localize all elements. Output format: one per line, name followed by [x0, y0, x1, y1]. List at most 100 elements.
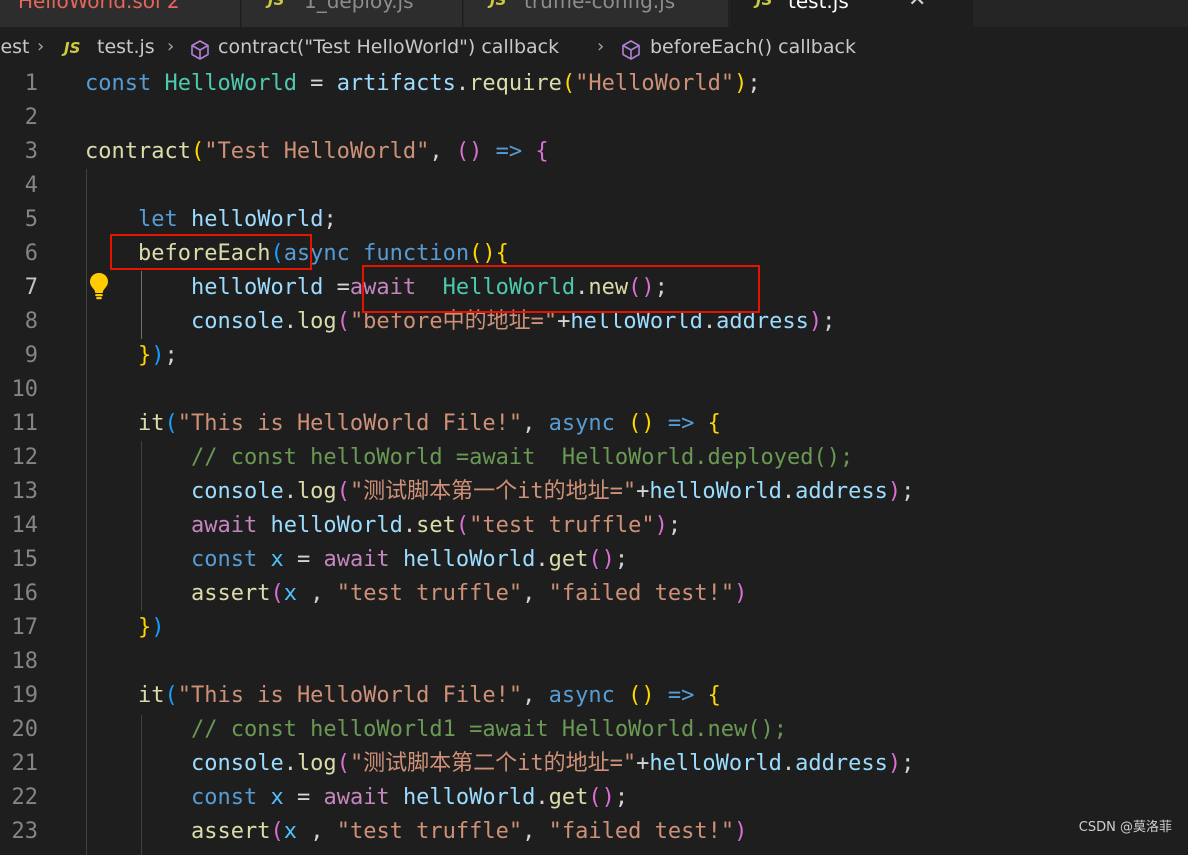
code-line[interactable]: 19 it("This is HelloWorld File!", async …	[0, 679, 1188, 713]
watermark: CSDN @莫洛菲	[1078, 820, 1172, 835]
line-number: 14	[11, 513, 39, 538]
code-token: =	[283, 547, 324, 572]
code-token: "test truffle"	[336, 819, 523, 844]
code-line[interactable]: 4	[0, 169, 1188, 203]
code-line[interactable]: 22 const x = await helloWorld.get();	[0, 781, 1188, 815]
code-token: const	[190, 785, 258, 810]
code-line[interactable]: 5 let helloWorld;	[0, 203, 1188, 237]
tab-test-js[interactable]: JS test.js ✕	[730, 0, 973, 27]
code-text: })	[85, 611, 165, 645]
line-number: 20	[11, 717, 39, 742]
tab-truffle-config-js[interactable]: JS truffle-config.js	[464, 0, 729, 27]
code-token: ,	[522, 819, 549, 844]
code-token: log	[296, 751, 337, 776]
code-token: let	[137, 207, 178, 232]
code-token: assert	[190, 819, 271, 844]
code-token: get	[548, 785, 589, 810]
chevron-right-icon: ›	[167, 36, 175, 57]
code-token: get	[548, 547, 589, 572]
code-token: "HelloWorld"	[575, 71, 735, 96]
code-token: helloWorld	[190, 207, 324, 232]
code-token: const	[190, 547, 258, 572]
code-token: .	[455, 71, 470, 96]
code-line[interactable]: 20 // const helloWorld1 =await HelloWorl…	[0, 713, 1188, 747]
code-line[interactable]: 11 it("This is HelloWorld File!", async …	[0, 407, 1188, 441]
code-token: {	[535, 139, 549, 164]
code-line[interactable]: 15 const x = await helloWorld.get();	[0, 543, 1188, 577]
code-token: await	[323, 547, 390, 572]
code-token: helloWorld	[270, 513, 403, 538]
code-token: helloWorld	[190, 275, 324, 300]
code-editor[interactable]: 1 const HelloWorld = artifacts.require("H…	[0, 67, 1188, 855]
symbol-method-icon	[191, 40, 209, 60]
code-token: .	[283, 479, 297, 504]
code-text: console.log("测试脚本第一个it的地址="+helloWorld.a…	[85, 475, 914, 509]
code-token: (	[336, 751, 350, 776]
code-token: =	[296, 71, 337, 96]
code-line[interactable]: 17 })	[0, 611, 1188, 645]
code-line[interactable]: 3 contract("Test HelloWorld", () => {	[0, 135, 1188, 169]
code-token: "test truffle"	[336, 581, 523, 606]
code-token: )	[734, 71, 748, 96]
code-line[interactable]: 1 const HelloWorld = artifacts.require("H…	[0, 67, 1188, 101]
code-token: function	[363, 241, 470, 266]
code-line[interactable]: 18	[0, 645, 1188, 679]
code-text: it("This is HelloWorld File!", async () …	[85, 679, 721, 713]
code-token: artifacts	[336, 71, 456, 96]
code-token: =	[283, 785, 324, 810]
lightbulb-icon[interactable]	[88, 272, 110, 300]
code-token: console	[190, 309, 284, 334]
code-token: async	[548, 683, 615, 708]
code-token: .	[283, 751, 297, 776]
breadcrumb-folder[interactable]: test	[0, 36, 30, 58]
tab-label: 1_deploy.js	[304, 0, 414, 13]
code-token: ;	[747, 71, 761, 96]
breadcrumb-contract-callback[interactable]: contract("Test HelloWorld") callback	[218, 36, 559, 58]
code-text: contract("Test HelloWorld", () => {	[85, 135, 549, 169]
code-text: const HelloWorld = artifacts.require("He…	[85, 67, 761, 101]
code-line[interactable]: 14 await helloWorld.set("test truffle");	[0, 509, 1188, 543]
code-token: helloWorld	[402, 547, 536, 572]
line-number: 6	[24, 241, 38, 266]
code-token: ;	[614, 547, 629, 572]
code-token: )	[734, 819, 748, 844]
line-number: 13	[11, 479, 39, 504]
tab-1-deploy-js[interactable]: JS 1_deploy.js	[242, 0, 463, 27]
code-token: )	[151, 615, 165, 640]
breadcrumb-beforeeach-callback[interactable]: beforeEach() callback	[650, 36, 856, 58]
code-token: (	[164, 683, 178, 708]
line-number: 21	[11, 751, 39, 776]
code-token: x	[283, 581, 297, 606]
code-token: +	[636, 751, 650, 776]
code-token: assert	[190, 581, 271, 606]
tab-helloworld-sol[interactable]: HelloWorld.sol 2	[0, 0, 241, 27]
tab-label: HelloWorld.sol 2	[18, 0, 180, 13]
code-line[interactable]: 21 console.log("测试脚本第二个it的地址="+helloWorl…	[0, 747, 1188, 781]
breadcrumb-file[interactable]: test.js	[97, 36, 155, 58]
code-token: ;	[901, 479, 915, 504]
code-line[interactable]: 2	[0, 101, 1188, 135]
code-line[interactable]: 16 assert(x , "test truffle", "failed te…	[0, 577, 1188, 611]
code-line[interactable]: 12 // const helloWorld =await HelloWorld…	[0, 441, 1188, 475]
code-line[interactable]: 10	[0, 373, 1188, 407]
close-icon[interactable]: ✕	[908, 0, 926, 12]
line-number: 7	[24, 275, 38, 300]
code-line[interactable]: 9 });	[0, 339, 1188, 373]
code-text: assert(x , "test truffle", "failed test!…	[85, 577, 747, 611]
code-token: console	[190, 751, 284, 776]
annotation-box-new-instance	[362, 265, 760, 313]
code-line[interactable]: 13 console.log("测试脚本第一个it的地址="+helloWorl…	[0, 475, 1188, 509]
code-token: .	[535, 785, 549, 810]
code-token: ;	[822, 309, 836, 334]
